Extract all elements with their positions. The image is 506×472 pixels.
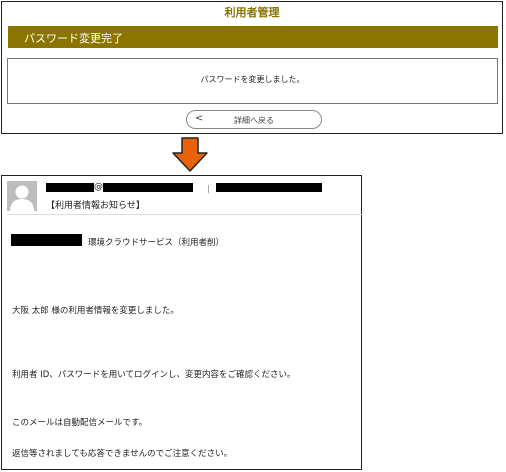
back-to-details-button[interactable]: < 詳細へ戻る: [186, 110, 322, 129]
redacted-sender-name: [46, 183, 94, 192]
email-notification-panel: @ 【利用者情報お知らせ】 環境クラウドサービス（利用者削） 大阪 太郎 様の利…: [1, 175, 362, 470]
body-line-4: 返信等されましても応答できませんのでご注意ください。: [12, 449, 233, 459]
down-arrow-icon: [172, 137, 208, 172]
redacted-organization: [11, 234, 82, 246]
avatar: [7, 181, 37, 211]
message-box: パスワードを変更しました。: [7, 58, 498, 104]
back-button-label: 詳細へ戻る: [234, 116, 274, 125]
person-icon: [10, 185, 34, 211]
header-divider: [7, 214, 362, 215]
page-header-bar: パスワード変更完了: [8, 26, 498, 48]
body-line-3: このメールは自動配信メールです。: [12, 418, 148, 428]
completion-message: パスワードを変更しました。: [200, 75, 305, 84]
at-sign: @: [94, 182, 103, 192]
body-line-2: 利用者 ID、パスワードを用いてログインし、変更内容をご確認ください。: [12, 370, 296, 380]
page-title: パスワード変更完了: [24, 32, 123, 45]
header-separator: [208, 185, 209, 193]
redacted-sender-domain: [103, 183, 193, 192]
body-line-1: 大阪 太郎 様の利用者情報を変更しました。: [12, 306, 179, 316]
password-change-panel: 利用者管理 パスワード変更完了 パスワードを変更しました。 < 詳細へ戻る: [1, 1, 503, 134]
app-title: 利用者管理: [224, 6, 280, 19]
redacted-recipient: [216, 183, 322, 192]
service-name-line: 環境クラウドサービス（利用者削）: [88, 238, 225, 248]
email-subject: 【利用者情報お知らせ】: [46, 201, 145, 211]
